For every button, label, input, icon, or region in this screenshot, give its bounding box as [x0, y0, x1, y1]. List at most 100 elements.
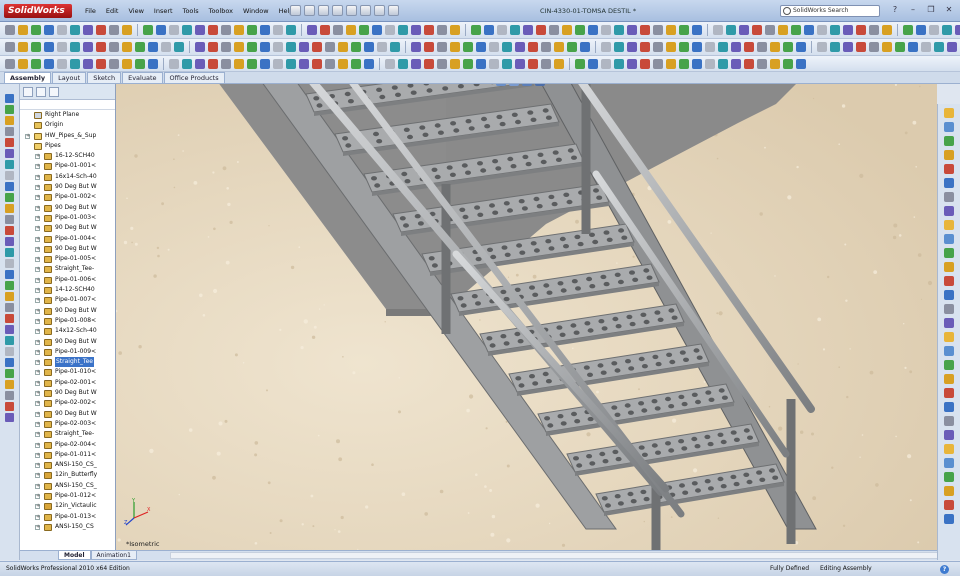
sketch-tool-icon[interactable]	[5, 204, 14, 213]
toolbar-tool-icon[interactable]	[450, 25, 460, 35]
toolbar-tool-icon[interactable]	[856, 42, 866, 52]
tab-assembly[interactable]: Assembly	[4, 72, 52, 83]
expand-toggle-icon[interactable]: +	[35, 329, 40, 335]
toolbar-tool-icon[interactable]	[679, 58, 689, 69]
sketch-tool-icon[interactable]	[5, 325, 14, 334]
toolbar-tool-icon[interactable]	[929, 25, 939, 35]
toolbar-tool-icon[interactable]	[744, 58, 754, 69]
toolbar-tool-icon[interactable]	[424, 58, 434, 69]
expand-toggle-icon[interactable]: +	[35, 246, 40, 252]
toolbar-tool-icon[interactable]	[744, 42, 754, 52]
toolbar-tool-icon[interactable]	[247, 25, 257, 35]
toolbar-tool-icon[interactable]	[109, 25, 119, 35]
toolbar-tool-icon[interactable]	[299, 42, 309, 52]
sketch-tool-icon[interactable]	[5, 94, 14, 103]
toolbar-tool-icon[interactable]	[765, 25, 775, 35]
expand-toggle-icon[interactable]: +	[35, 349, 40, 355]
toolbar-tool-icon[interactable]	[333, 25, 343, 35]
tree-item[interactable]: + Straight_Tee	[20, 357, 115, 368]
toolbar-tool-icon[interactable]	[869, 42, 879, 52]
expand-toggle-icon[interactable]: +	[35, 493, 40, 499]
toolbar-tool-icon[interactable]	[588, 25, 598, 35]
toolbar-tool-icon[interactable]	[195, 42, 205, 52]
task-pane-icon[interactable]	[944, 458, 954, 468]
toolbar-tool-icon[interactable]	[575, 58, 585, 69]
toolbar-tool-icon[interactable]	[44, 42, 54, 52]
toolbar-tool-icon[interactable]	[705, 42, 715, 52]
toolbar-tool-icon[interactable]	[541, 58, 551, 69]
toolbar-tool-icon[interactable]	[109, 42, 119, 52]
toolbar-tool-icon[interactable]	[476, 42, 486, 52]
tree-item[interactable]: + Pipe-02-001<	[20, 378, 115, 388]
tree-item[interactable]: + Pipe-01-001<	[20, 161, 115, 171]
expand-toggle-icon[interactable]: +	[35, 195, 40, 201]
toolbar-tool-icon[interactable]	[208, 42, 218, 52]
task-pane-icon[interactable]	[944, 262, 954, 272]
expand-toggle-icon[interactable]: +	[35, 174, 40, 180]
expand-toggle-icon[interactable]: +	[35, 483, 40, 489]
help-icon[interactable]: ?	[940, 565, 949, 574]
toolbar-tool-icon[interactable]	[286, 42, 296, 52]
restore-icon[interactable]: ❐	[924, 4, 938, 16]
toolbar-tool-icon[interactable]	[273, 42, 283, 52]
sketch-tool-icon[interactable]	[5, 127, 14, 136]
toolbar-tool-icon[interactable]	[770, 58, 780, 69]
tab-evaluate[interactable]: Evaluate	[122, 72, 163, 83]
toolbar-tool-icon[interactable]	[515, 58, 525, 69]
toolbar-tool-icon[interactable]	[208, 25, 218, 35]
toolbar-tool-icon[interactable]	[174, 42, 184, 52]
task-pane-icon[interactable]	[944, 220, 954, 230]
toolbar-tool-icon[interactable]	[307, 25, 317, 35]
toolbar-tool-icon[interactable]	[398, 58, 408, 69]
toolbar-tool-icon[interactable]	[351, 42, 361, 52]
toolbar-tool-icon[interactable]	[286, 58, 296, 69]
toolbar-tool-icon[interactable]	[411, 25, 421, 35]
toolbar-tool-icon[interactable]	[31, 58, 41, 69]
toolbar-tool-icon[interactable]	[502, 58, 512, 69]
search-input[interactable]: SolidWorks Search	[780, 5, 880, 17]
task-pane-icon[interactable]	[944, 290, 954, 300]
menu-view[interactable]: View	[123, 6, 148, 16]
toolbar-tool-icon[interactable]	[783, 58, 793, 69]
tree-item[interactable]: +14-12-SCH40	[20, 285, 115, 295]
toolbar-tool-icon[interactable]	[195, 58, 205, 69]
toolbar-tool-icon[interactable]	[796, 42, 806, 52]
sketch-tool-icon[interactable]	[5, 413, 14, 422]
expand-toggle-icon[interactable]: +	[35, 339, 40, 345]
expand-toggle-icon[interactable]: +	[35, 442, 40, 448]
expand-toggle-icon[interactable]: +	[35, 318, 40, 324]
tree-item[interactable]: + HW_Pipes_&_Sup	[20, 131, 115, 141]
toolbar-tool-icon[interactable]	[528, 58, 538, 69]
toolbar-tool-icon[interactable]	[83, 42, 93, 52]
sketch-tool-icon[interactable]	[5, 160, 14, 169]
sketch-tool-icon[interactable]	[5, 281, 14, 290]
toolbar-tool-icon[interactable]	[338, 42, 348, 52]
sketch-tool-icon[interactable]	[5, 171, 14, 180]
task-pane-icon[interactable]	[944, 122, 954, 132]
tab-model[interactable]: Model	[58, 551, 91, 560]
toolbar-tool-icon[interactable]	[921, 42, 931, 52]
tree-item[interactable]: + Pipe-01-011<	[20, 450, 115, 460]
tree-item[interactable]: Origin	[20, 120, 115, 130]
toolbar-tool-icon[interactable]	[640, 25, 650, 35]
graphics-area[interactable]: Y Z X *Isometric	[116, 84, 937, 550]
toolbar-tool-icon[interactable]	[726, 25, 736, 35]
task-pane-icon[interactable]	[944, 248, 954, 258]
expand-toggle-icon[interactable]: +	[35, 288, 40, 294]
tree-item[interactable]: + Pipe-01-010<	[20, 367, 115, 377]
expand-toggle-icon[interactable]: +	[35, 504, 40, 510]
expand-toggle-icon[interactable]: +	[35, 308, 40, 314]
toolbar-tool-icon[interactable]	[83, 58, 93, 69]
toolbar-tool-icon[interactable]	[947, 42, 957, 52]
toolbar-tool-icon[interactable]	[273, 25, 283, 35]
sketch-tool-icon[interactable]	[5, 149, 14, 158]
toolbar-tool-icon[interactable]	[182, 25, 192, 35]
feature-manager-icon[interactable]	[23, 87, 33, 97]
toolbar-tool-icon[interactable]	[705, 58, 715, 69]
toolbar-tool-icon[interactable]	[450, 58, 460, 69]
toolbar-tool-icon[interactable]	[843, 42, 853, 52]
toolbar-tool-icon[interactable]	[817, 42, 827, 52]
tree-item[interactable]: + Pipe-01-004<	[20, 234, 115, 244]
tree-item[interactable]: +12in_Butterfly	[20, 470, 115, 480]
toolbar-tool-icon[interactable]	[411, 58, 421, 69]
